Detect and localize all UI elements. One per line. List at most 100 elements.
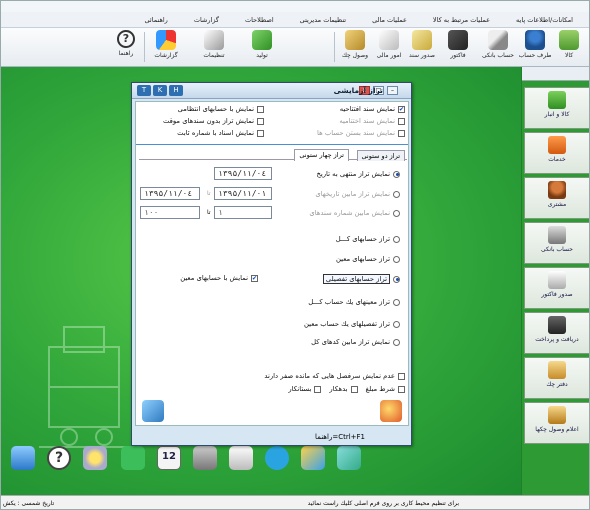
menu-help[interactable]: راهنمائی bbox=[145, 16, 168, 24]
print-preview-button[interactable] bbox=[380, 400, 402, 422]
sidebar-item-chequebook[interactable]: دفتر چك bbox=[524, 357, 589, 399]
menu-financial-ops[interactable]: عملیات مالی bbox=[372, 16, 407, 24]
notes-icon[interactable] bbox=[229, 446, 253, 470]
telegram-icon[interactable] bbox=[265, 446, 289, 470]
to-doc-field[interactable]: ۱۰۰ bbox=[140, 206, 200, 219]
option-moein-accounts[interactable]: تراز حسابهای معین bbox=[336, 255, 400, 263]
chequebook-icon bbox=[548, 361, 566, 379]
help-shortcut-hint: راهنما=Ctrl+F1 bbox=[315, 433, 365, 441]
toolbar-finance-button[interactable]: امور مالی bbox=[373, 30, 405, 65]
minimize-button[interactable]: – bbox=[387, 86, 398, 95]
toolbar-reports-button[interactable]: گزارشات bbox=[149, 30, 183, 65]
radio[interactable] bbox=[393, 170, 400, 178]
from-date-field[interactable]: ۱۳۹۵/۱۱/۰۱ bbox=[214, 187, 272, 200]
option-fixed-number-docs[interactable]: نمایش اسناد با شماره ثابت bbox=[177, 129, 264, 137]
toolbar-help-button[interactable]: ? راهنما bbox=[111, 30, 141, 65]
tab-two-column[interactable]: تراز دو ستونی bbox=[356, 150, 405, 161]
toolbar-production-button[interactable]: تولید bbox=[237, 30, 287, 65]
currency-icon[interactable] bbox=[337, 446, 361, 470]
hotkey-k-button[interactable]: K bbox=[153, 85, 167, 96]
checkbox[interactable] bbox=[257, 105, 264, 113]
radio[interactable] bbox=[393, 275, 400, 283]
option-general-accounts[interactable]: تراز حسابهای کـــل bbox=[336, 235, 400, 243]
sidebar-item-cheque-collect[interactable]: اعلام وصول چكها bbox=[524, 402, 589, 444]
checkbox[interactable] bbox=[398, 372, 405, 380]
option-disciplinary-accounts[interactable]: نمایش با حسابهای انتظامی bbox=[178, 105, 264, 113]
menu-corrections[interactable]: اصطلاحات bbox=[245, 16, 274, 24]
phone-icon[interactable] bbox=[121, 446, 145, 470]
option-moein-of-general[interactable]: تراز معینهای یك حساب کـــل bbox=[308, 298, 400, 306]
from-doc-field[interactable]: ۱ bbox=[214, 206, 272, 219]
document-icon bbox=[412, 30, 432, 50]
sidebar-item-bank[interactable]: حساب بانکی bbox=[524, 222, 589, 264]
menu-goods-ops[interactable]: عملیات مرتبط به کالا bbox=[433, 16, 490, 24]
tools-icon[interactable] bbox=[301, 446, 325, 470]
calendar-icon[interactable]: 12 bbox=[157, 446, 181, 470]
to-date-field[interactable]: ۱۳۹۵/۱۱/۰٤ bbox=[140, 187, 200, 200]
hotkey-h-button[interactable]: H bbox=[169, 85, 183, 96]
checkbox[interactable] bbox=[257, 117, 264, 125]
toolbar-settings-button[interactable]: تنظیمات bbox=[197, 30, 231, 65]
dialog-title: تراز آزمایشی bbox=[333, 86, 383, 95]
radio[interactable] bbox=[393, 235, 400, 243]
sidebar-item-goods[interactable]: کالا و انبار bbox=[524, 87, 589, 129]
radio[interactable] bbox=[393, 209, 400, 217]
option-opening-doc[interactable]: ✔ نمایش سند افتتاحیه bbox=[340, 105, 405, 113]
calculator-icon[interactable] bbox=[193, 446, 217, 470]
menu-management-settings[interactable]: تنظیمات مدیریتی bbox=[300, 16, 346, 24]
toolbar-goods-button[interactable]: کالا bbox=[554, 30, 584, 65]
radio[interactable] bbox=[393, 338, 400, 346]
toolbar-party-button[interactable]: طرف حساب bbox=[518, 30, 552, 65]
cheque-icon bbox=[345, 30, 365, 50]
services-icon bbox=[548, 136, 566, 154]
status-bar: تاریخ شمسی : یكش برای تنظیم محیط کاری بر… bbox=[1, 495, 589, 509]
exit-icon[interactable] bbox=[11, 446, 35, 470]
user-goods-icon bbox=[559, 30, 579, 50]
option-between-dates[interactable]: نمایش تراز مابین تاریخهای bbox=[315, 190, 400, 198]
option-without-temp-docs[interactable]: نمایش تراز بدون سندهای موقت bbox=[163, 117, 264, 125]
toolbar-document-button[interactable]: صدور سند bbox=[406, 30, 438, 65]
sidebar-item-invoice[interactable]: صدور فاکتور bbox=[524, 267, 589, 309]
radio[interactable] bbox=[393, 255, 400, 263]
option-show-with-moein[interactable]: ✔ نمایش با حسابهای معین bbox=[180, 274, 258, 282]
dialog-body: ✔ نمایش سند افتتاحیه نمایش سند اختتامیه … bbox=[135, 101, 409, 426]
checkbox[interactable] bbox=[398, 385, 405, 393]
option-hide-zero-balance[interactable]: عدم نمایش سرفصل هایی که مانده صفر دارند bbox=[264, 372, 405, 380]
option-between-doc-numbers[interactable]: نمایش مابین شماره سندهای bbox=[309, 209, 400, 217]
checkbox[interactable] bbox=[350, 385, 358, 393]
option-detail-accounts[interactable]: تراز حسابهای تفصیلی bbox=[322, 274, 400, 284]
option-close-accounts-doc[interactable]: نمایش سند بستن حساب ها bbox=[317, 129, 405, 137]
radio[interactable] bbox=[393, 298, 400, 306]
checkbox[interactable] bbox=[314, 385, 322, 393]
customer-icon bbox=[548, 181, 566, 199]
toolbar-cheque-button[interactable]: وصول چك bbox=[339, 30, 371, 65]
checkbox[interactable]: ✔ bbox=[251, 274, 258, 282]
checkbox[interactable] bbox=[398, 117, 405, 125]
menu-reports[interactable]: گزارشات bbox=[194, 16, 219, 24]
quick-launch-bar: ? 12 bbox=[1, 441, 381, 475]
menu-basic-info[interactable]: امکانات/اطلاعات پایه bbox=[516, 16, 573, 24]
option-between-general-codes[interactable]: نمایش تراز مابین کدهای کل bbox=[311, 338, 400, 346]
end-date-field[interactable]: ۱۳۹۵/۱۱/۰٤ bbox=[214, 167, 272, 180]
option-until-date[interactable]: نمایش تراز منتهی به تاریخ bbox=[316, 170, 400, 178]
sidebar-item-services[interactable]: خدمات bbox=[524, 132, 589, 174]
radio[interactable] bbox=[393, 320, 400, 328]
sidebar-item-customer[interactable]: مشتری bbox=[524, 177, 589, 219]
trial-balance-dialog: T K H x □ – تراز آزمایشی ✔ نمایش سند افت… bbox=[131, 82, 412, 446]
sidebar-item-receive-pay[interactable]: دریافت و پرداخت bbox=[524, 312, 589, 354]
exit-button[interactable] bbox=[142, 400, 164, 422]
option-detail-of-moein[interactable]: تراز تفصیلهای یك حساب معین bbox=[304, 320, 400, 328]
radio[interactable] bbox=[393, 190, 400, 198]
invoice-icon bbox=[448, 30, 468, 50]
toolbar-bank-button[interactable]: حساب بانکی bbox=[481, 30, 515, 65]
weather-icon[interactable] bbox=[83, 446, 107, 470]
checkbox[interactable] bbox=[257, 129, 264, 137]
toolbar-invoice-button[interactable]: فاکتور bbox=[441, 30, 475, 65]
option-closing-doc[interactable]: نمایش سند اختتامیه bbox=[339, 117, 405, 125]
checkbox[interactable] bbox=[398, 129, 405, 137]
hotkey-t-button[interactable]: T bbox=[137, 85, 151, 96]
checkbox[interactable]: ✔ bbox=[398, 105, 405, 113]
tab-four-column[interactable]: تراز چهار ستونی bbox=[294, 149, 349, 161]
to-label: تا bbox=[207, 209, 211, 216]
help-icon[interactable]: ? bbox=[47, 446, 71, 470]
